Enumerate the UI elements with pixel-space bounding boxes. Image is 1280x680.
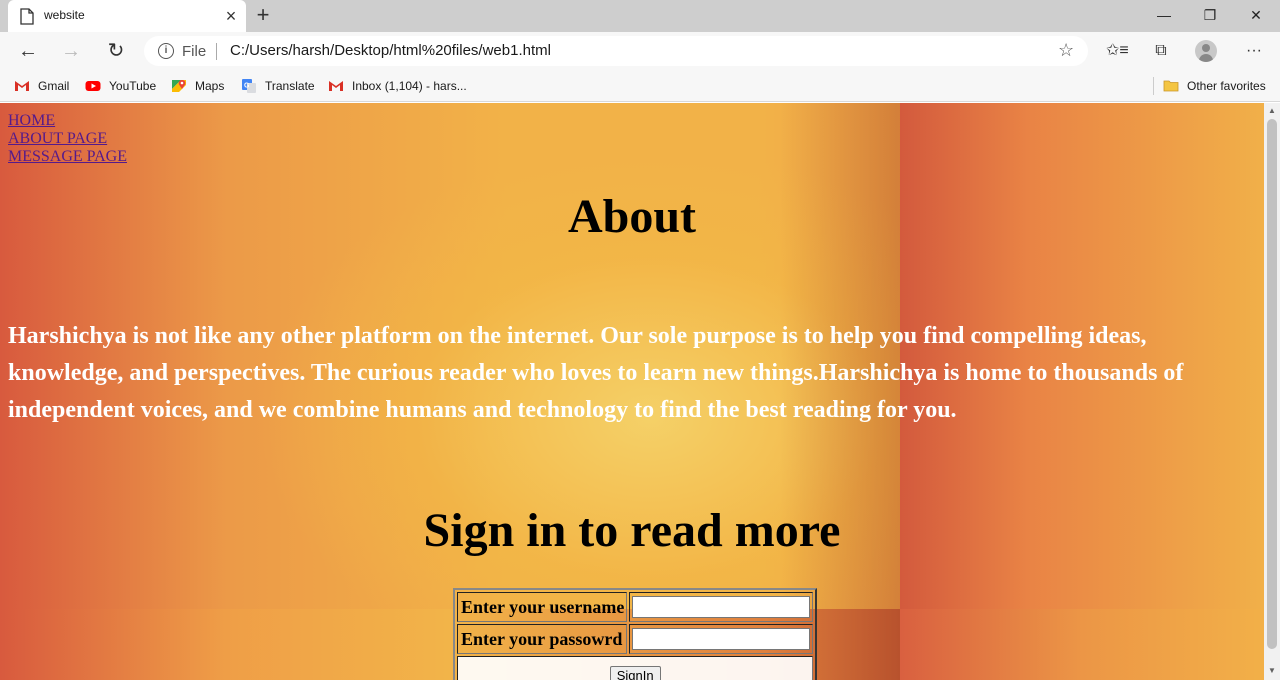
password-label: Enter your passowrd [457,624,628,654]
tab-close-icon[interactable]: × [222,7,240,25]
favorite-label: Inbox (1,104) - hars... [352,79,467,93]
favorites-bar: Gmail YouTube Maps G Translate Inbox (1,… [0,70,1280,102]
folder-icon [1163,80,1179,92]
scroll-down-arrow-icon[interactable]: ▼ [1264,663,1280,679]
address-url[interactable]: C:/Users/harsh/Desktop/html%20files/web1… [230,42,551,59]
nav-link-about[interactable]: ABOUT PAGE [8,130,127,148]
scroll-thumb[interactable] [1267,119,1277,649]
profile-avatar[interactable] [1195,40,1217,62]
signin-heading: Sign in to read more [423,504,841,557]
page-viewport: HOME ABOUT PAGE MESSAGE PAGE About Harsh… [0,103,1264,680]
signin-cell: SignIn [457,656,814,680]
gmail-icon [15,81,29,91]
collections-icon[interactable]: ⧉ [1150,40,1172,62]
new-tab-button[interactable]: + [252,4,274,26]
username-input[interactable] [632,596,811,618]
favorite-youtube[interactable]: YouTube [85,77,156,95]
address-scheme: File [182,43,207,60]
login-form: Enter your username Enter your passowrd … [453,588,818,680]
password-cell [629,624,814,654]
about-paragraph: Harshichya is not like any other platfor… [8,323,1184,423]
username-cell [629,592,814,622]
username-label: Enter your username [457,592,628,622]
translate-icon: G [242,79,256,93]
signin-button[interactable]: SignIn [609,665,661,680]
other-favorites-label: Other favorites [1187,79,1266,93]
tab-bar: website × + — ❐ ✕ [0,0,1280,32]
page-scrollbar[interactable]: ▲ ▼ [1264,103,1280,680]
back-button[interactable]: ← [14,38,42,64]
browser-toolbar: ← → ↻ i File C:/Users/harsh/Desktop/html… [0,32,1280,70]
gmail-icon [329,81,343,91]
svg-text:G: G [244,83,250,90]
password-input[interactable] [632,628,811,650]
minimize-button[interactable]: — [1141,0,1187,30]
favorite-label: YouTube [109,79,157,93]
close-window-button[interactable]: ✕ [1233,0,1279,30]
forward-button[interactable]: → [57,38,85,64]
favorite-inbox[interactable]: Inbox (1,104) - hars... [328,77,467,95]
favorites-icon[interactable]: ✩≡ [1106,40,1129,62]
restore-button[interactable]: ❐ [1187,0,1233,30]
address-bar[interactable]: i File C:/Users/harsh/Desktop/html%20fil… [144,36,1088,66]
favorites-divider [1153,77,1154,95]
info-icon[interactable]: i [158,43,174,59]
password-row: Enter your passowrd [457,624,814,654]
background-lower-right [900,609,1264,680]
youtube-icon [85,81,101,91]
page-icon [20,8,34,25]
username-row: Enter your username [457,592,814,622]
button-row: SignIn [457,656,814,680]
nav-link-home[interactable]: HOME [8,112,127,130]
nav-link-message[interactable]: MESSAGE PAGE [8,148,127,166]
reload-button[interactable]: ↻ [102,38,130,64]
favorite-maps[interactable]: Maps [171,77,224,95]
tab-title: website [44,8,85,22]
about-heading: About [567,190,697,243]
favorite-gmail[interactable]: Gmail [14,77,69,95]
favorite-translate[interactable]: G Translate [241,77,315,95]
more-menu-icon[interactable]: ··· [1241,40,1267,62]
favorite-label: Maps [195,79,225,93]
site-nav: HOME ABOUT PAGE MESSAGE PAGE [8,112,127,166]
other-favorites[interactable]: Other favorites [1163,77,1266,95]
address-divider [216,43,217,60]
scroll-up-arrow-icon[interactable]: ▲ [1264,103,1280,119]
add-favorite-star-icon[interactable]: ☆ [1058,40,1074,61]
favorite-label: Gmail [38,79,70,93]
favorite-label: Translate [265,79,315,93]
maps-icon [172,80,186,92]
browser-tab[interactable]: website × [8,0,246,32]
